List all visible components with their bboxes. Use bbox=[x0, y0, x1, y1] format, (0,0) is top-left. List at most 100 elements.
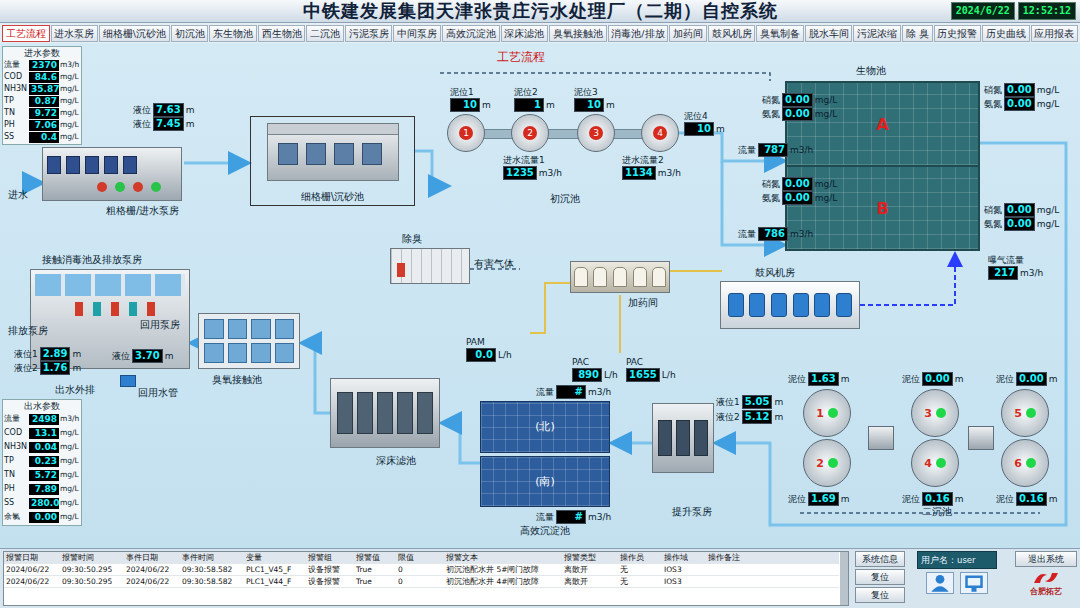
zone-label: A bbox=[876, 115, 888, 134]
primary-clarifier[interactable]: 2 bbox=[511, 114, 549, 152]
primary-clarifier[interactable]: 3 bbox=[577, 114, 615, 152]
date-display: 2024/6/22 bbox=[951, 2, 1015, 20]
tab[interactable]: 历史曲线 bbox=[982, 25, 1030, 42]
column-header: 事件时间 bbox=[180, 552, 244, 563]
fine-screen-unit[interactable]: 细格栅\沉砂池 bbox=[250, 116, 415, 206]
tab[interactable]: 二沉池 bbox=[306, 25, 344, 42]
reading-unit: mg/L bbox=[1037, 85, 1060, 95]
reading: 液位21.76m bbox=[14, 361, 81, 375]
tab[interactable]: 除 臭 bbox=[902, 25, 933, 42]
fine-screen-building bbox=[267, 123, 399, 181]
reading: 氨氮0.00mg/L bbox=[762, 191, 837, 205]
column-header: 操作域 bbox=[662, 552, 706, 563]
reading-label: 流量 bbox=[536, 387, 554, 398]
primary-channel bbox=[466, 129, 662, 139]
scrollbar[interactable] bbox=[840, 552, 848, 605]
tab[interactable]: 西生物池 bbox=[258, 25, 306, 42]
system-info-button[interactable]: 系统信息 bbox=[855, 551, 905, 567]
bio-tank[interactable]: AB bbox=[785, 81, 980, 251]
user-icon[interactable] bbox=[926, 572, 954, 594]
dosing-building[interactable] bbox=[570, 261, 670, 293]
table-cell: 09:30:58.582 bbox=[180, 576, 244, 587]
reset-button[interactable]: 复位 bbox=[855, 587, 905, 603]
secondary-clarifier[interactable]: 3 bbox=[911, 389, 959, 437]
param-row: NH3N35.87mg/L bbox=[4, 83, 80, 95]
reading: 曝气流量217m3/h bbox=[988, 255, 1043, 280]
tab[interactable]: 臭氧接触池 bbox=[549, 25, 607, 42]
table-row[interactable]: 2024/06/2209:30:50.2952024/06/2209:30:58… bbox=[4, 576, 839, 588]
tab[interactable]: 脱水车间 bbox=[805, 25, 853, 42]
reading: 硝氮0.00mg/L bbox=[984, 83, 1059, 97]
tab[interactable]: 初沉池 bbox=[171, 25, 209, 42]
reading: 流量787m3/h bbox=[738, 143, 813, 157]
reading-unit: L/h bbox=[604, 370, 618, 380]
column-header: 报警值 bbox=[354, 552, 396, 563]
alarm-table: 报警日期报警时间事件日期事件时间变量报警组报警值限值报警文本报警类型操作员操作域… bbox=[3, 551, 849, 606]
tab[interactable]: 工艺流程 bbox=[2, 25, 50, 42]
table-cell: 2024/06/22 bbox=[4, 576, 60, 587]
reading-label: 液位2 bbox=[716, 412, 740, 423]
table-cell: IOS3 bbox=[662, 564, 706, 575]
secondary-clarifier[interactable]: 4 bbox=[911, 439, 959, 487]
reading-label: 流量 bbox=[738, 145, 756, 156]
tab[interactable]: 历史报警 bbox=[934, 25, 982, 42]
coarse-screen-building[interactable] bbox=[42, 147, 182, 201]
secondary-clarifier[interactable]: 6 bbox=[1001, 439, 1049, 487]
tab[interactable]: 臭氧制备 bbox=[756, 25, 804, 42]
reading-label: 液位 bbox=[112, 351, 130, 362]
tab[interactable]: 应用报表 bbox=[1031, 25, 1079, 42]
reset-button[interactable]: 复位 bbox=[855, 569, 905, 585]
tab[interactable]: 污泥泵房 bbox=[345, 25, 393, 42]
ozone-label: 臭氧接触池 bbox=[212, 374, 262, 386]
reading-label: 液位2 bbox=[14, 363, 38, 374]
tab[interactable]: 高效沉淀池 bbox=[442, 25, 500, 42]
tab[interactable]: 进水泵房 bbox=[51, 25, 99, 42]
reading-unit: m bbox=[1049, 494, 1058, 504]
tab[interactable]: 东生物池 bbox=[209, 25, 257, 42]
tab[interactable]: 鼓风机房 bbox=[708, 25, 756, 42]
reading-value: 0.00 bbox=[1004, 217, 1035, 231]
tab[interactable]: 细格栅\沉砂池 bbox=[99, 25, 170, 42]
distribution-well bbox=[868, 426, 894, 450]
reading-value: 1655 bbox=[626, 368, 660, 382]
tank-number: 3 bbox=[924, 407, 932, 420]
secondary-clarifier[interactable]: 1 bbox=[803, 389, 851, 437]
tab[interactable]: 中间泵房 bbox=[393, 25, 441, 42]
reading-value: 10 bbox=[684, 122, 714, 136]
run-status-icon bbox=[828, 458, 838, 468]
secondary-clarifier[interactable]: 2 bbox=[803, 439, 851, 487]
reading-value: 0.0 bbox=[466, 348, 496, 362]
exit-button[interactable]: 退出系统 bbox=[1015, 551, 1077, 567]
tab[interactable]: 加药间 bbox=[669, 25, 707, 42]
column-header: 操作备注 bbox=[706, 552, 839, 563]
table-cell: PLC1_V45_F bbox=[244, 564, 306, 575]
deodor-unit[interactable] bbox=[390, 248, 470, 284]
lift-pump-building[interactable] bbox=[652, 403, 714, 473]
table-row[interactable]: 2024/06/2209:30:50.2952024/06/2209:30:58… bbox=[4, 564, 839, 576]
ozone-contact-tank[interactable] bbox=[198, 313, 300, 369]
reading-unit: m bbox=[841, 374, 850, 384]
settler-basin: (南) bbox=[480, 456, 610, 508]
table-cell: 2024/06/22 bbox=[4, 564, 60, 575]
login-icon[interactable] bbox=[960, 572, 988, 594]
process-canvas: 工艺流程进水参数流量2370m3/hCOD84.6mg/LNH3N35.87mg… bbox=[0, 43, 1080, 548]
tab[interactable]: 消毒池/排放 bbox=[608, 25, 669, 42]
primary-clarifier[interactable]: 1 bbox=[447, 114, 485, 152]
tab[interactable]: 深床滤池 bbox=[501, 25, 549, 42]
high-density-settler[interactable]: (北)(南) bbox=[480, 401, 610, 507]
zone-label: B bbox=[876, 199, 888, 218]
reading-unit: m bbox=[1049, 374, 1058, 384]
lift-label: 提升泵房 bbox=[672, 506, 712, 518]
tab[interactable]: 污泥浓缩 bbox=[853, 25, 901, 42]
table-cell: 2024/06/22 bbox=[124, 564, 180, 575]
table-cell: PLC1_V44_F bbox=[244, 576, 306, 587]
deep-bed-filter[interactable] bbox=[330, 378, 440, 448]
primary-clarifier[interactable]: 4 bbox=[641, 114, 679, 152]
reading: PAC890L/h bbox=[572, 357, 618, 382]
secondary-clarifier[interactable]: 5 bbox=[1001, 389, 1049, 437]
reading-label: PAM bbox=[466, 337, 485, 348]
reuse-pump-label: 回用泵房 bbox=[140, 319, 180, 331]
reading: 硝氮0.00mg/L bbox=[984, 203, 1059, 217]
blower-building[interactable] bbox=[720, 281, 860, 329]
panel-title: 出水参数 bbox=[4, 401, 80, 412]
